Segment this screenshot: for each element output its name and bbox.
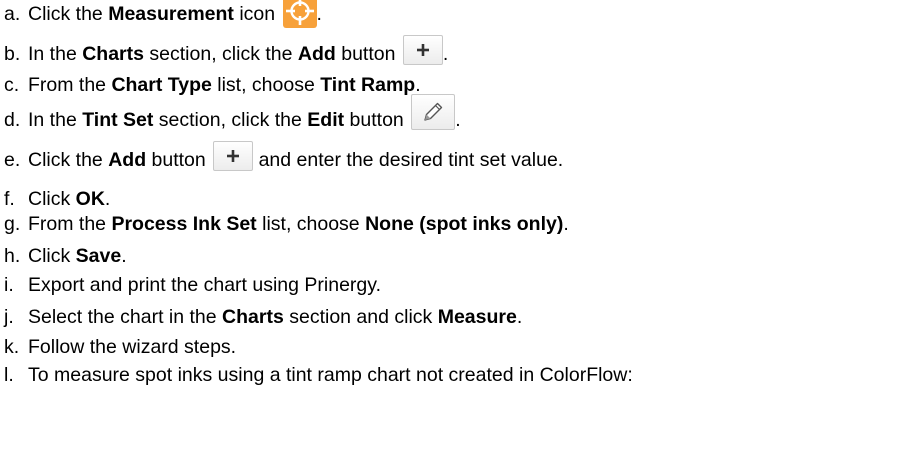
step-text: From the [28, 212, 112, 235]
step-emphasis: Tint Ramp [320, 73, 416, 96]
step-emphasis: Add [297, 42, 336, 65]
step-text: Click the [28, 148, 109, 171]
step-emphasis: Measurement [108, 2, 234, 25]
step-marker: i. [4, 273, 14, 296]
step-text: Follow the wizard steps. [28, 335, 237, 358]
step-text: In the [28, 108, 83, 131]
step-emphasis: Charts [222, 305, 284, 328]
step-item: d. In the Tint Set section, click the Edi… [0, 94, 461, 135]
step-marker: l. [4, 363, 14, 386]
step-text: From the [28, 73, 112, 96]
step-marker: j. [4, 305, 14, 328]
step-text: button [146, 148, 212, 171]
step-text: button [344, 108, 410, 131]
step-item: g. From the Process Ink Set list, choose … [0, 209, 569, 239]
step-text: list, choose [256, 212, 366, 235]
step-item: c. From the Chart Type list, choose Tint … [0, 70, 421, 100]
step-text: . [516, 305, 523, 328]
step-item: k. Follow the wizard steps. [0, 332, 236, 362]
step-text: . [121, 244, 127, 267]
step-text: and enter the desired tint set value. [253, 148, 564, 171]
step-marker: f. [4, 187, 15, 210]
step-text: button [335, 42, 401, 65]
step-item: i. Export and print the chart using Prine… [0, 270, 381, 300]
step-text: icon [233, 2, 281, 25]
step-emphasis: OK [75, 187, 105, 210]
step-text: list, choose [211, 73, 321, 96]
pencil-icon [411, 94, 456, 130]
step-emphasis: Measure [437, 305, 517, 328]
step-emphasis: Charts [82, 42, 144, 65]
step-emphasis: Chart Type [111, 73, 212, 96]
step-emphasis: Tint Set [82, 108, 154, 131]
step-text: Select the chart in the [28, 305, 223, 328]
step-text: . [563, 212, 569, 235]
step-marker: e. [4, 148, 21, 171]
step-text: . [442, 42, 449, 65]
step-text: Click [28, 244, 76, 267]
step-text: section, click the [144, 42, 298, 65]
step-emphasis: Process Ink Set [111, 212, 257, 235]
step-text: . [316, 2, 322, 25]
step-marker: h. [4, 244, 21, 267]
step-text: To measure spot inks using a tint ramp c… [28, 363, 633, 386]
step-emphasis: None (spot inks only) [365, 212, 564, 235]
step-text: Click the [28, 2, 109, 25]
step-marker: a. [4, 2, 21, 25]
step-text: section and click [283, 305, 438, 328]
add-icon [402, 35, 443, 65]
step-text: . [455, 108, 461, 131]
step-emphasis: Add [108, 148, 147, 171]
step-text: Click [28, 187, 76, 210]
step-marker: k. [4, 335, 20, 358]
step-text: section, click the [153, 108, 308, 131]
step-marker: g. [4, 212, 21, 235]
measurement-icon [282, 0, 317, 28]
add-icon [213, 141, 254, 171]
step-emphasis: Edit [307, 108, 345, 131]
step-marker: c. [4, 73, 20, 96]
step-item: b. In the Charts section, click the Add b… [0, 35, 449, 69]
step-item: h. Click Save. [0, 241, 127, 271]
step-item: j. Select the chart in the Charts section… [0, 302, 522, 332]
step-item: a. Click the Measurement icon . [0, 0, 322, 29]
step-text: Export and print the chart using Prinerg… [28, 273, 381, 296]
step-emphasis: Save [75, 244, 122, 267]
step-text: In the [28, 42, 83, 65]
step-item: l. To measure spot inks using a tint ramp… [0, 360, 633, 390]
step-text: . [104, 187, 111, 210]
step-marker: d. [4, 108, 21, 131]
step-marker: b. [4, 42, 21, 65]
step-item: e. Click the Add button and enter the des… [0, 141, 564, 175]
